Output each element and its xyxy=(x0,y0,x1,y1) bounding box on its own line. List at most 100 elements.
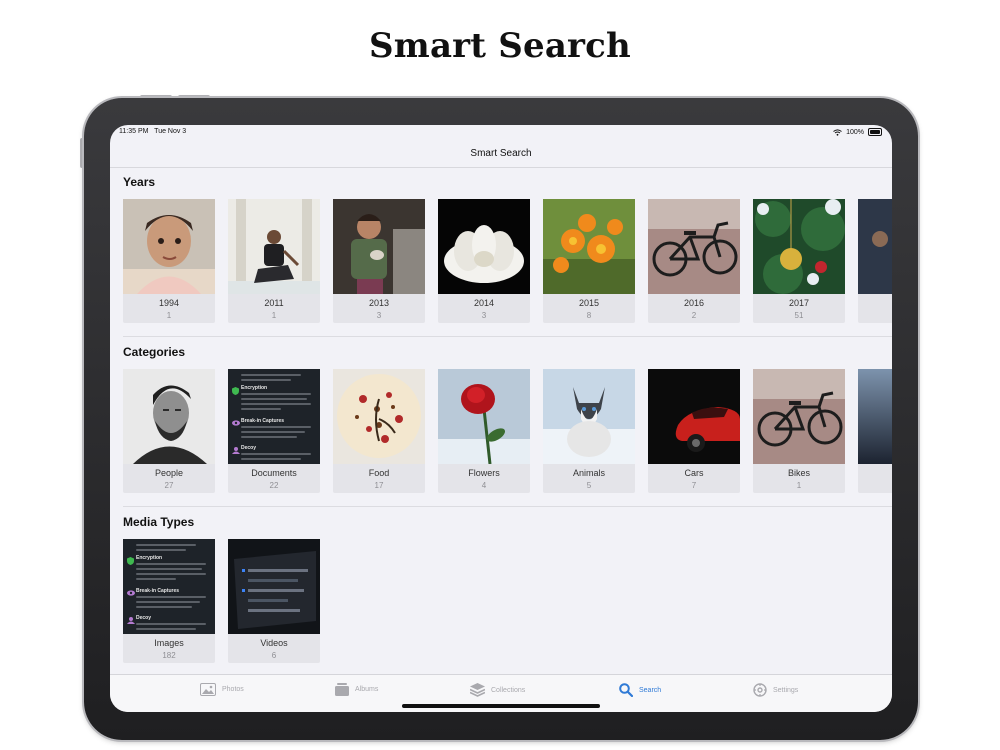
card-label: 2016 xyxy=(683,298,705,308)
shield-icon xyxy=(127,557,134,565)
tab-label: Albums xyxy=(355,686,379,693)
card-label: 2014 xyxy=(473,298,495,308)
card-count: 4 xyxy=(481,481,487,490)
status-indicators: 100% xyxy=(833,128,882,136)
card-label: Bikes xyxy=(787,468,810,478)
section-divider xyxy=(123,506,892,507)
eye-icon xyxy=(232,420,240,426)
section-title: Years xyxy=(123,175,156,189)
doc-line xyxy=(241,393,311,395)
year-card-2015[interactable]: 2015 8 xyxy=(543,199,635,323)
photo-thumbnail xyxy=(228,199,320,294)
doc-line xyxy=(136,623,206,625)
photo-thumbnail xyxy=(753,369,845,464)
category-card-cars[interactable]: Cars 7 xyxy=(648,369,740,493)
year-card-2017[interactable]: 2017 51 xyxy=(753,199,845,323)
doc-line xyxy=(136,549,186,551)
photo-thumbnail xyxy=(858,369,892,464)
doc-heading: Encryption xyxy=(136,555,163,561)
nav-title: Smart Search xyxy=(470,148,532,159)
doc-line xyxy=(136,568,202,570)
wifi-icon xyxy=(833,128,842,136)
card-count: 6 xyxy=(271,651,277,660)
card-count: 7 xyxy=(691,481,697,490)
year-card-1994[interactable]: 1994 1 xyxy=(123,199,215,323)
doc-line xyxy=(241,453,311,455)
doc-line xyxy=(136,573,206,575)
tab-photos[interactable]: Photos xyxy=(200,683,244,696)
doc-line xyxy=(136,578,176,580)
battery-percent: 100% xyxy=(846,128,864,136)
category-card-animals[interactable]: Animals 5 xyxy=(543,369,635,493)
tab-label: Photos xyxy=(222,686,244,693)
category-card-people[interactable]: People 27 xyxy=(123,369,215,493)
photo-thumbnail xyxy=(333,199,425,294)
card-label: 2017 xyxy=(788,298,810,308)
categories-row[interactable]: People 27 Encryption Break-in Captures D… xyxy=(123,369,892,493)
media-card-videos[interactable]: Videos 6 xyxy=(228,539,320,663)
doc-heading: Decoy xyxy=(241,445,257,451)
doc-line xyxy=(136,601,200,603)
photo-thumbnail xyxy=(123,199,215,294)
card-count: 182 xyxy=(162,651,176,660)
card-count: 8 xyxy=(586,311,592,320)
settings-icon xyxy=(753,683,767,697)
card-label: Documents xyxy=(251,468,297,478)
category-card-documents[interactable]: Encryption Break-in Captures Decoy Docum… xyxy=(228,369,320,493)
year-card-2011[interactable]: 2011 1 xyxy=(228,199,320,323)
media-card-images[interactable]: Encryption Break-in Captures Decoy Image… xyxy=(123,539,215,663)
doc-line xyxy=(241,458,301,460)
doc-line xyxy=(241,408,281,410)
category-card-partial[interactable] xyxy=(858,369,892,493)
category-card-flowers[interactable]: Flowers 4 xyxy=(438,369,530,493)
shield-icon xyxy=(232,387,239,395)
years-row[interactable]: 1994 1 2011 1 2013 3 2014 3 2015 8 2016 … xyxy=(123,199,892,323)
doc-heading: Decoy xyxy=(136,615,152,621)
photo-thumbnail xyxy=(438,199,530,294)
tab-albums[interactable]: Albums xyxy=(335,683,378,696)
search-content[interactable]: Years 1994 1 2011 1 2013 3 2014 3 2015 8… xyxy=(110,168,892,674)
doc-heading: Break-in Captures xyxy=(241,418,285,424)
year-card-partial[interactable] xyxy=(858,199,892,323)
card-label: 2013 xyxy=(368,298,390,308)
photo-thumbnail xyxy=(648,369,740,464)
card-label: Food xyxy=(368,468,390,478)
card-label: 1994 xyxy=(158,298,180,308)
card-count: 51 xyxy=(794,311,804,320)
photo-thumbnail xyxy=(543,369,635,464)
section-divider xyxy=(123,336,892,337)
card-label: Images xyxy=(154,638,184,648)
tab-label: Search xyxy=(639,686,662,694)
tab-settings[interactable]: Settings xyxy=(753,683,798,697)
doc-line xyxy=(241,436,297,438)
photo-thumbnail xyxy=(648,199,740,294)
albums-icon xyxy=(335,683,349,696)
doc-line xyxy=(241,379,291,381)
year-card-2014[interactable]: 2014 3 xyxy=(438,199,530,323)
doc-line xyxy=(136,544,196,546)
photo-thumbnail xyxy=(123,369,215,464)
card-count: 1 xyxy=(796,481,802,490)
tab-search[interactable]: Search xyxy=(619,683,661,697)
media-types-row[interactable]: Encryption Break-in Captures Decoy Image… xyxy=(123,539,320,663)
document-thumbnail: Encryption Break-in Captures Decoy xyxy=(228,369,320,464)
doc-line xyxy=(136,628,196,630)
doc-line xyxy=(136,563,206,565)
status-bar: 11:35 PM Tue Nov 3 100% xyxy=(110,125,892,141)
status-time: 11:35 PM Tue Nov 3 xyxy=(119,128,186,135)
video-thumbnail xyxy=(228,539,320,634)
year-card-2013[interactable]: 2013 3 xyxy=(333,199,425,323)
year-card-2016[interactable]: 2016 2 xyxy=(648,199,740,323)
section-title: Media Types xyxy=(123,515,195,529)
card-label: 2015 xyxy=(578,298,600,308)
tab-collections[interactable]: Collections xyxy=(470,683,525,697)
photo-thumbnail xyxy=(438,369,530,464)
category-card-bikes[interactable]: Bikes 1 xyxy=(753,369,845,493)
photo-thumbnail xyxy=(333,369,425,464)
photos-icon xyxy=(200,683,216,696)
battery-icon xyxy=(868,128,882,136)
photo-thumbnail xyxy=(543,199,635,294)
category-card-food[interactable]: Food 17 xyxy=(333,369,425,493)
card-label: Videos xyxy=(260,638,288,648)
card-label: Animals xyxy=(572,468,605,478)
